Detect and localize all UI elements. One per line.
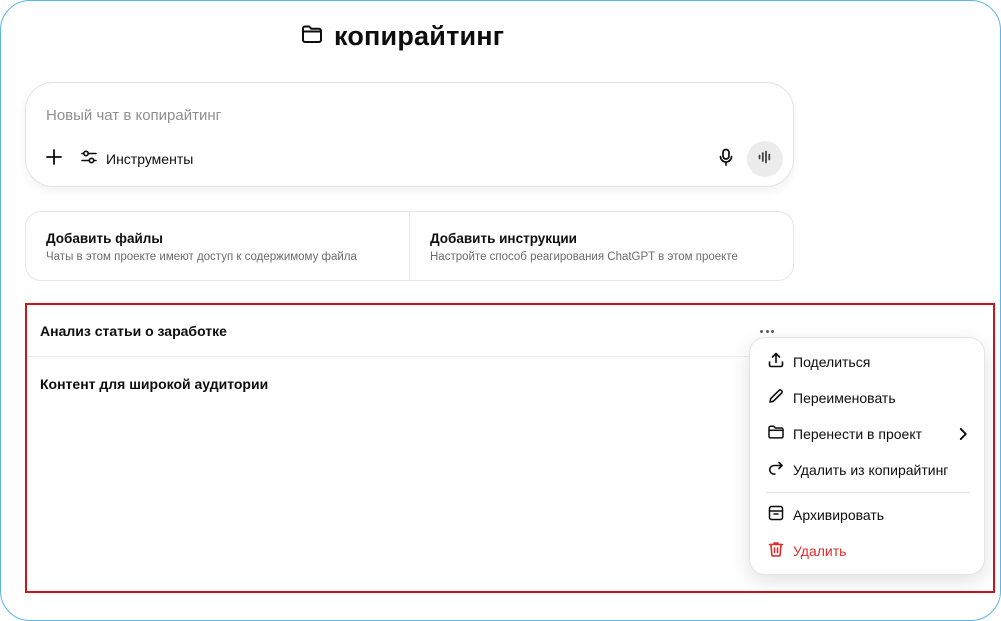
add-instructions-subtitle: Настройте способ реагирования ChatGPT в … (430, 251, 738, 263)
menu-item-archive[interactable]: Архивировать (758, 498, 978, 532)
pencil-icon (767, 387, 785, 410)
menu-item-rename[interactable]: Переименовать (758, 381, 978, 415)
menu-item-label: Удалить (793, 543, 847, 559)
chat-list-item[interactable]: Контент для широкой аудитории (27, 358, 782, 410)
sliders-icon (80, 148, 98, 171)
menu-item-label: Переименовать (793, 390, 896, 406)
more-horizontal-icon (760, 329, 774, 333)
add-instructions-title: Добавить инструкции (430, 231, 577, 246)
chat-composer: Инструменты (25, 82, 794, 187)
project-title: копирайтинг (334, 20, 505, 51)
menu-item-remove-from-project[interactable]: Удалить из копирайтинг (758, 453, 978, 487)
chat-title: Контент для широкой аудитории (40, 376, 269, 392)
chat-title: Анализ статьи о заработке (40, 322, 227, 339)
menu-item-label: Архивировать (793, 507, 885, 523)
trash-icon (767, 540, 785, 563)
folder-icon (767, 423, 785, 446)
chat-list-item[interactable]: Анализ статьи о заработке (27, 305, 782, 357)
menu-item-label: Удалить из копирайтинг (793, 462, 949, 478)
tools-label: Инструменты (106, 151, 194, 167)
menu-item-delete[interactable]: Удалить (758, 534, 978, 568)
folder-icon (300, 22, 324, 51)
add-files-subtitle: Чаты в этом проекте имеют доступ к содер… (46, 251, 357, 263)
share-upload-icon (767, 351, 785, 374)
menu-divider (766, 492, 970, 493)
menu-item-label: Поделиться (793, 354, 871, 370)
add-files-title: Добавить файлы (46, 231, 163, 246)
add-attachment-button[interactable] (42, 147, 66, 171)
chevron-right-icon (954, 425, 972, 448)
plus-icon (45, 148, 63, 171)
project-header: копирайтинг (300, 18, 504, 54)
voice-wave-icon (757, 149, 773, 170)
dictate-button[interactable] (714, 147, 738, 171)
add-instructions-card[interactable]: Добавить инструкции Настройте способ реа… (409, 212, 793, 280)
project-actions: Добавить файлы Чаты в этом проекте имеют… (25, 211, 794, 281)
redo-arrow-icon (767, 459, 785, 482)
microphone-icon (718, 148, 734, 171)
archive-icon (767, 504, 785, 527)
menu-item-move-to-project[interactable]: Перенести в проект (758, 417, 978, 451)
menu-item-share[interactable]: Поделиться (758, 345, 978, 379)
new-chat-input[interactable] (46, 103, 646, 127)
tools-button[interactable]: Инструменты (80, 146, 193, 172)
voice-mode-button[interactable] (747, 141, 783, 177)
menu-item-label: Перенести в проект (793, 426, 923, 442)
add-files-card[interactable]: Добавить файлы Чаты в этом проекте имеют… (26, 212, 409, 280)
chat-context-menu: Поделиться Переименовать Перенести в про… (749, 337, 985, 575)
